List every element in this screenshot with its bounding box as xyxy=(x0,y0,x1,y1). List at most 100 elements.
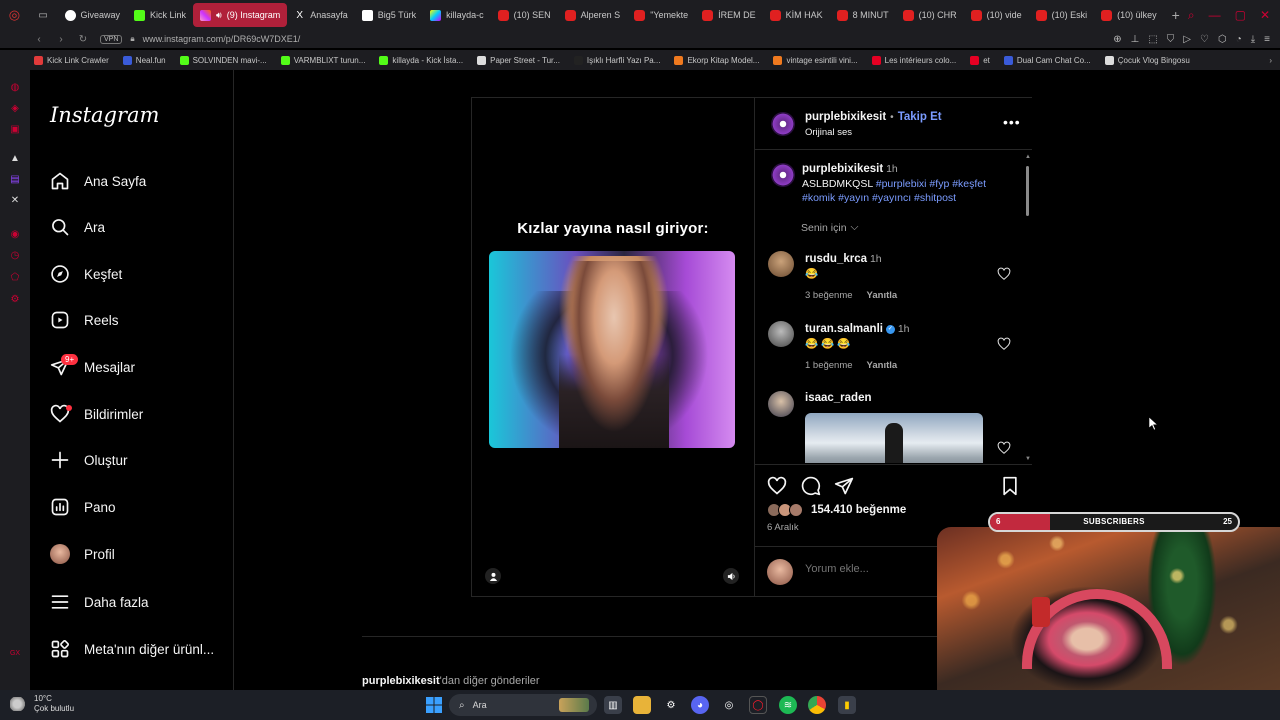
settings-gear-icon[interactable]: ⚙ xyxy=(662,696,680,714)
reload-icon[interactable]: ↻ xyxy=(74,34,92,45)
extensions-icon[interactable]: ⬡ xyxy=(1218,34,1227,45)
comment-avatar[interactable] xyxy=(768,391,794,417)
sidebar-item-heart[interactable]: Bildirimler xyxy=(50,399,143,429)
close-button[interactable]: ✕ xyxy=(1260,8,1270,23)
comment-likes[interactable]: 3 beğenme xyxy=(805,290,853,301)
comments-scrollbar[interactable]: ▲ ▼ xyxy=(1025,154,1031,464)
bookmark-item[interactable]: killayda - Kick İsta... xyxy=(379,55,463,65)
player-icon[interactable]: ▷ xyxy=(1183,34,1191,45)
minimize-button[interactable]: — xyxy=(1209,8,1221,23)
browser-tab[interactable]: 8 MINUT xyxy=(830,3,896,27)
twitch-icon[interactable]: ▲ xyxy=(8,153,22,165)
comment-icon[interactable] xyxy=(801,476,821,496)
browser-tab[interactable]: "Yemekte xyxy=(627,3,695,27)
bookmark-item[interactable]: Dual Cam Chat Co... xyxy=(1003,55,1091,65)
sidebar-item-messenger[interactable]: 9+ Mesajlar xyxy=(50,352,135,382)
more-posts-username[interactable]: purplebixikesit xyxy=(362,675,440,687)
bookmarks-more-icon[interactable]: › xyxy=(1269,56,1272,65)
weather-widget[interactable]: 10°C Çok bulutlu xyxy=(10,694,74,714)
forward-icon[interactable]: › xyxy=(52,34,70,45)
save-icon[interactable] xyxy=(1000,476,1020,496)
sidebar-item-avatar[interactable]: Profil xyxy=(50,539,115,569)
tab-overview-icon[interactable]: ▭ xyxy=(29,0,58,30)
comment-username[interactable]: isaac_raden xyxy=(805,392,872,404)
shield-icon[interactable]: ⛉ xyxy=(1167,34,1175,45)
comment-avatar[interactable] xyxy=(768,421,794,447)
video-frame[interactable] xyxy=(489,251,735,448)
box-icon[interactable]: ⬠ xyxy=(8,272,22,284)
sidebar-item-dashboard[interactable]: Pano xyxy=(50,492,116,522)
comment-username[interactable]: turan.salmanli xyxy=(805,323,883,335)
steam-icon[interactable]: ◎ xyxy=(720,696,738,714)
browser-tab[interactable]: (10) CHR xyxy=(896,3,964,27)
browser-tab[interactable]: X Anasayfa xyxy=(287,3,355,27)
bookmark-item[interactable]: Les intérieurs colo... xyxy=(871,55,956,65)
bookmark-item[interactable]: Neal.fun xyxy=(122,55,166,65)
comment-like-icon[interactable] xyxy=(997,337,1011,351)
bookmark-item[interactable]: VARMBLIXT turun... xyxy=(280,55,365,65)
zoom-icon[interactable]: ⊕ xyxy=(1113,34,1121,45)
author-avatar[interactable] xyxy=(771,112,795,136)
comment-likes[interactable]: 1 beğenme xyxy=(805,360,853,371)
comment-gif-image[interactable] xyxy=(805,413,983,463)
lock-icon[interactable]: 🔒︎ xyxy=(130,34,134,44)
bookmark-item[interactable]: et xyxy=(970,55,990,65)
instagram-logo[interactable]: Instagram xyxy=(50,103,159,127)
browser-tab[interactable]: Kick Link xyxy=(127,3,193,27)
easy-setup-icon[interactable]: ≡ xyxy=(1264,34,1270,45)
bookmark-item[interactable]: Paper Street - Tur... xyxy=(477,55,560,65)
browser-tab[interactable]: İREM DE xyxy=(695,3,763,27)
more-options-icon[interactable]: ••• xyxy=(1003,114,1021,130)
audio-label[interactable]: Orijinal ses xyxy=(805,127,852,138)
browser-tab[interactable]: (10) ülkey xyxy=(1094,3,1164,27)
account-icon[interactable]: ◔ xyxy=(1236,34,1242,45)
bookmark-item[interactable]: Ekorp Kitap Model... xyxy=(674,55,759,65)
browser-tab[interactable]: killayda-c xyxy=(423,3,491,27)
obs-app-icon[interactable]: ▮ xyxy=(838,696,856,714)
twitch-tv-icon[interactable]: ▤ xyxy=(8,174,22,186)
bookmark-item[interactable]: Çocuk Vlog Bingosu xyxy=(1104,55,1190,65)
opera-gx-icon[interactable]: ◯ xyxy=(749,696,767,714)
sort-comments-button[interactable]: Senin için ⌵ xyxy=(801,221,859,234)
browser-tab[interactable]: Big5 Türk xyxy=(355,3,423,27)
new-tab-button[interactable]: + xyxy=(1164,7,1188,23)
gx-corner-icon[interactable]: ◍ xyxy=(8,82,22,94)
sidebar-item-search[interactable]: Ara xyxy=(50,212,105,242)
scroll-up-icon[interactable]: ▲ xyxy=(1025,154,1031,160)
browser-tab[interactable]: (10) SEN xyxy=(491,3,558,27)
bookmark-item[interactable]: vintage esintili vini... xyxy=(773,55,858,65)
like-icon[interactable] xyxy=(767,476,787,496)
browser-tab[interactable]: Alperen S xyxy=(558,3,628,27)
browser-tab[interactable]: Giveaway xyxy=(58,3,128,27)
task-view-icon[interactable]: ▥ xyxy=(604,696,622,714)
settings-icon[interactable]: ⚙ xyxy=(8,294,22,306)
caption-hashtags[interactable]: #purplebixi #fyp #keşfet xyxy=(876,178,986,190)
bookmark-item[interactable]: Kick Link Crawler xyxy=(34,55,109,65)
search-tabs-icon[interactable]: ⌕ xyxy=(1188,8,1195,23)
file-explorer-icon[interactable] xyxy=(633,696,651,714)
download-icon[interactable]: ⤓ xyxy=(1251,34,1255,45)
gx-control-icon[interactable]: ◈ xyxy=(8,103,22,115)
gx-cleaner-icon[interactable]: ▣ xyxy=(8,124,22,136)
sidebar-item-compass[interactable]: Keşfet xyxy=(50,259,122,289)
opera-gx-logo-icon[interactable]: ◎ xyxy=(0,0,29,30)
sidebar-item-home[interactable]: Ana Sayfa xyxy=(50,166,146,196)
url-field[interactable]: www.instagram.com/p/DR69cW7DXE1/ xyxy=(143,34,301,44)
discord-icon[interactable]: ◕ xyxy=(691,696,709,714)
taskbar-search[interactable]: ⌕ Ara xyxy=(449,694,597,716)
player-sidebar-icon[interactable]: ◉ xyxy=(8,229,22,241)
comment-avatar[interactable] xyxy=(768,251,794,277)
volume-icon[interactable] xyxy=(723,568,739,584)
reply-button[interactable]: Yanıtla xyxy=(867,290,898,301)
reply-button[interactable]: Yanıtla xyxy=(867,360,898,371)
bookmark-item[interactable]: SOLVINDEN mavi-... xyxy=(179,55,267,65)
caption-username[interactable]: purplebixikesit xyxy=(802,163,883,175)
comment-like-icon[interactable] xyxy=(997,441,1011,455)
history-icon[interactable]: ◷ xyxy=(8,250,22,262)
scroll-down-icon[interactable]: ▼ xyxy=(1025,456,1031,462)
author-username[interactable]: purplebixikesit xyxy=(805,111,886,123)
caption-avatar[interactable] xyxy=(771,163,795,187)
comment-avatar[interactable] xyxy=(768,321,794,347)
x-sidebar-icon[interactable]: ✕ xyxy=(8,195,22,207)
comment-like-icon[interactable] xyxy=(997,267,1011,281)
